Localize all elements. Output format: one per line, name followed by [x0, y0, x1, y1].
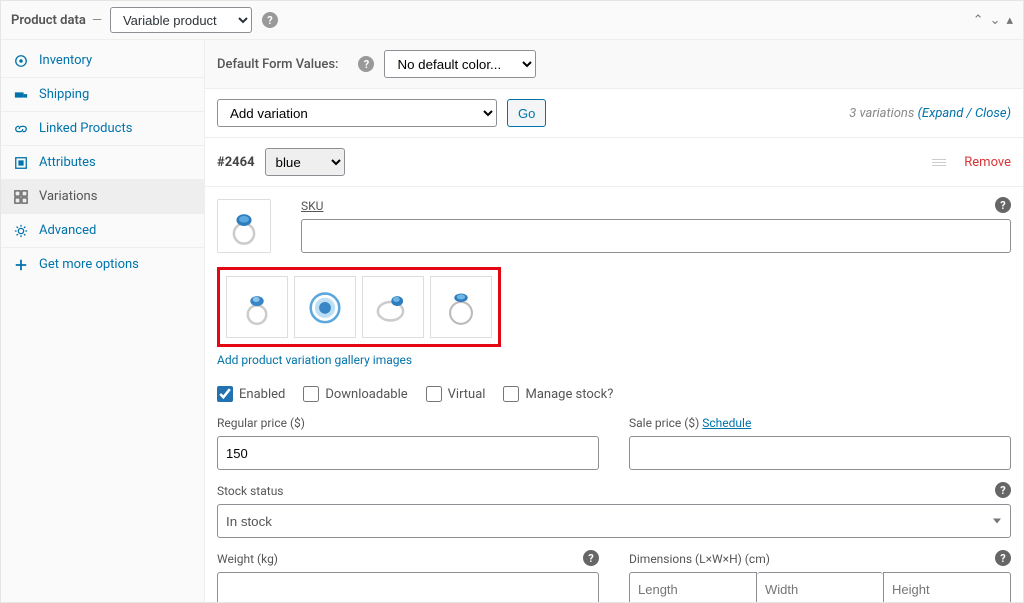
gallery-thumb[interactable]: [362, 276, 424, 338]
panel-collapse-controls: ⌃ ⌄ ▴: [973, 13, 1013, 28]
product-type-select[interactable]: Variable product: [110, 7, 252, 33]
product-data-panel: Product data — Variable product ? ⌃ ⌄ ▴ …: [0, 0, 1024, 603]
sidebar-item-attributes[interactable]: Attributes: [1, 146, 204, 180]
remove-link[interactable]: Remove: [964, 155, 1011, 170]
help-icon[interactable]: ?: [358, 56, 374, 72]
variation-header[interactable]: #2464 blue Remove: [205, 138, 1023, 187]
panel-collapse-icon[interactable]: ▴: [1006, 13, 1013, 28]
sidebar-item-shipping[interactable]: Shipping: [1, 78, 204, 112]
sidebar-label: Inventory: [39, 53, 92, 68]
sidebar-item-linked[interactable]: Linked Products: [1, 112, 204, 146]
gallery-thumb[interactable]: [430, 276, 492, 338]
variation-body: SKU ?: [205, 187, 1023, 602]
weight-input[interactable]: [217, 572, 599, 602]
height-input[interactable]: [883, 572, 1011, 602]
default-form-row: Default Form Values: ? No default color.…: [205, 40, 1023, 89]
sidebar-label: Linked Products: [39, 121, 132, 136]
stock-status-select[interactable]: In stock: [217, 504, 1011, 538]
variation-id: #2464: [217, 155, 255, 170]
attributes-icon: [13, 156, 29, 170]
inventory-icon: [13, 54, 29, 68]
variations-icon: [13, 190, 29, 204]
title-dash: —: [92, 13, 102, 28]
sidebar-label: Get more options: [39, 257, 139, 272]
variations-info: 3 variations (Expand / Close): [849, 106, 1011, 121]
stock-status-label: Stock status: [217, 484, 1011, 498]
help-icon[interactable]: ?: [262, 12, 278, 28]
gear-icon: [13, 224, 29, 238]
weight-label: Weight (kg): [217, 552, 599, 566]
panel-up-icon[interactable]: ⌃: [973, 13, 984, 28]
help-icon[interactable]: ?: [995, 197, 1011, 213]
width-input[interactable]: [757, 572, 883, 602]
enabled-check[interactable]: Enabled: [217, 386, 285, 402]
sidebar-item-variations[interactable]: Variations: [1, 180, 204, 214]
dimensions-label: Dimensions (L×W×H) (cm): [629, 552, 1011, 566]
schedule-link[interactable]: Schedule: [702, 416, 751, 430]
main-content: Default Form Values: ? No default color.…: [205, 40, 1023, 602]
panel-title: Product data: [11, 13, 86, 28]
regular-price-input[interactable]: [217, 436, 599, 470]
sidebar: Inventory Shipping Linked Products Attri…: [1, 40, 205, 602]
panel-down-icon[interactable]: ⌄: [990, 13, 1001, 28]
shipping-icon: [13, 88, 29, 102]
sidebar-label: Advanced: [39, 223, 96, 238]
sidebar-item-inventory[interactable]: Inventory: [1, 44, 204, 78]
sidebar-item-getmore[interactable]: Get more options: [1, 248, 204, 281]
virtual-check[interactable]: Virtual: [426, 386, 486, 402]
sku-input[interactable]: [301, 219, 1011, 253]
add-variation-select[interactable]: Add variation: [217, 99, 497, 127]
sidebar-item-advanced[interactable]: Advanced: [1, 214, 204, 248]
panel-header: Product data — Variable product ? ⌃ ⌄ ▴: [1, 1, 1023, 40]
action-bar: Add variation Go 3 variations (Expand / …: [205, 89, 1023, 138]
add-gallery-link[interactable]: Add product variation gallery images: [217, 353, 412, 367]
help-icon[interactable]: ?: [583, 550, 599, 566]
default-form-label: Default Form Values:: [217, 57, 338, 72]
sidebar-label: Shipping: [39, 87, 89, 102]
help-icon[interactable]: ?: [995, 550, 1011, 566]
sidebar-label: Variations: [39, 189, 97, 204]
help-icon[interactable]: ?: [995, 482, 1011, 498]
sale-price-input[interactable]: [629, 436, 1011, 470]
plus-icon: [13, 258, 29, 272]
variation-image-thumb[interactable]: [217, 199, 271, 253]
gallery-thumb[interactable]: [226, 276, 288, 338]
sidebar-label: Attributes: [39, 155, 96, 170]
regular-price-label: Regular price ($): [217, 416, 599, 430]
length-input[interactable]: [629, 572, 757, 602]
manage-stock-check[interactable]: Manage stock?: [503, 386, 613, 402]
expand-close-link[interactable]: (Expand / Close): [918, 106, 1011, 121]
sale-price-label: Sale price ($) Schedule: [629, 416, 1011, 430]
variation-color-select[interactable]: blue: [265, 148, 345, 176]
go-button[interactable]: Go: [507, 99, 546, 127]
downloadable-check[interactable]: Downloadable: [303, 386, 407, 402]
drag-handle-icon[interactable]: [932, 159, 946, 166]
sku-label: SKU: [301, 199, 1011, 213]
default-color-select[interactable]: No default color...: [384, 50, 536, 78]
variation-count: 3 variations: [849, 106, 917, 121]
link-icon: [13, 122, 29, 136]
gallery-highlight: [217, 267, 501, 347]
gallery-thumb[interactable]: [294, 276, 356, 338]
